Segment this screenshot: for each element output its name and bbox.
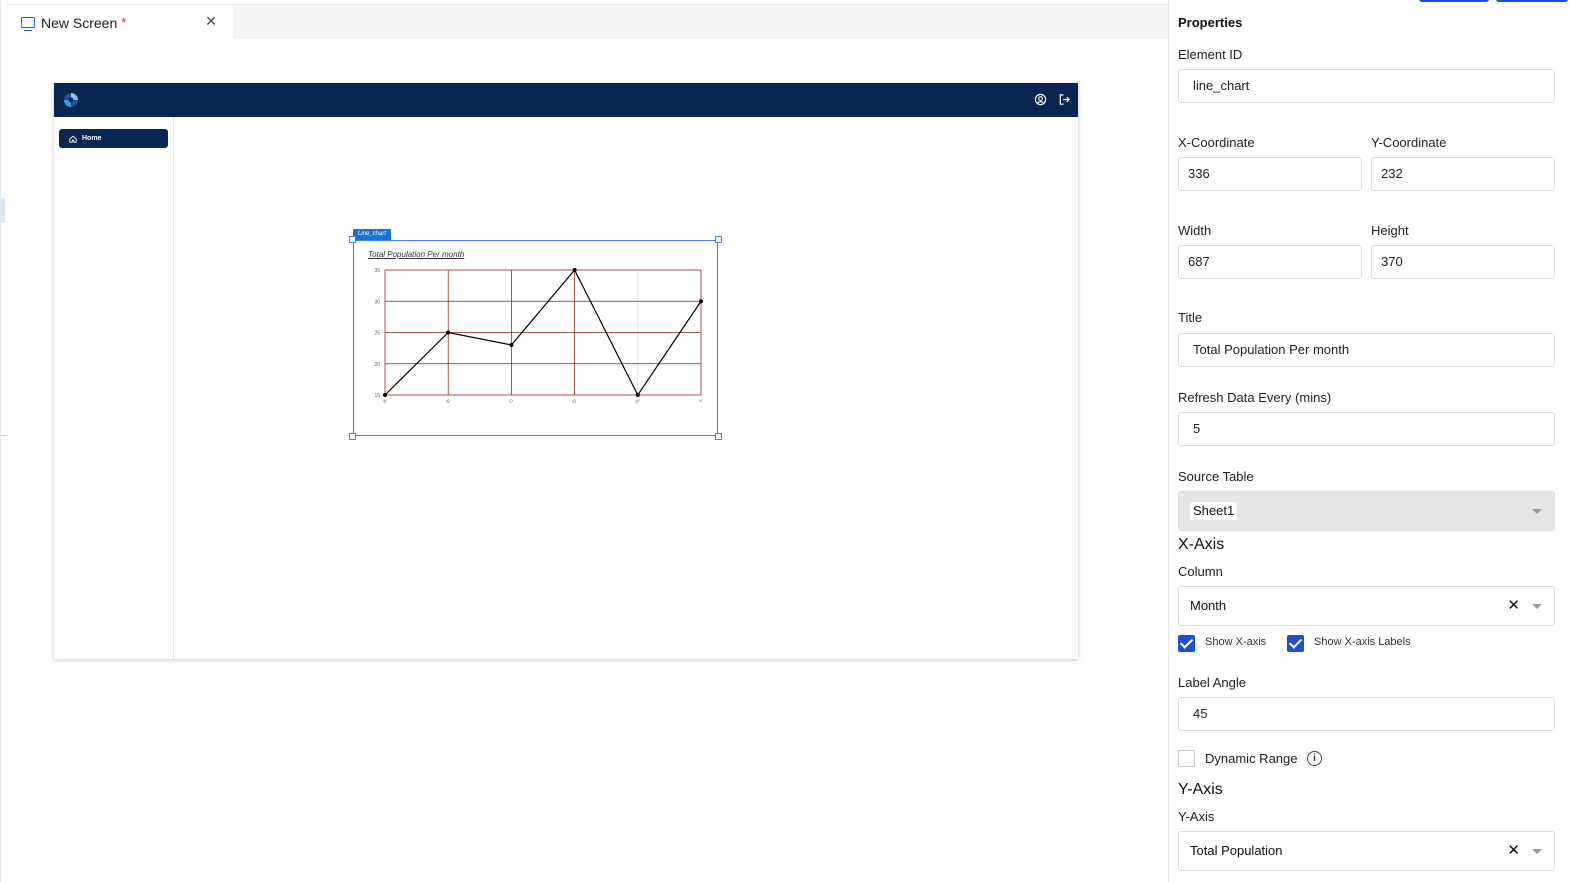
label-angle-field[interactable]: 45 — [1178, 697, 1555, 731]
refresh-label: Refresh Data Every (mins) — [1178, 390, 1332, 405]
info-icon[interactable]: i — [1307, 751, 1322, 766]
unsaved-marker: * — [121, 15, 127, 30]
properties-panel: Properties Element ID line_chart X-Coord… — [1168, 0, 1571, 882]
x-tick-label: E — [634, 398, 641, 405]
data-point — [446, 330, 451, 335]
resize-handle-bottom-right[interactable] — [715, 433, 722, 440]
data-point — [509, 343, 514, 347]
editor-area: New Screen * × Home Line_chart Total Pop… — [0, 0, 1169, 882]
y-tick-label: 35 — [374, 268, 380, 274]
y-axis-value: Total Population — [1190, 843, 1283, 858]
clear-icon[interactable]: ✕ — [1507, 587, 1520, 625]
column-value: Month — [1190, 598, 1227, 613]
refresh-field[interactable]: 5 — [1178, 412, 1555, 446]
resize-handle-bottom-left[interactable] — [349, 433, 356, 440]
line-chart-widget[interactable]: Total Population Per month 15 20 25 30 35 A B C… — [349, 236, 722, 440]
sidebar-item-home[interactable]: Home — [59, 129, 168, 148]
app-header — [54, 83, 1078, 117]
toolbar-button-2[interactable] — [1496, 0, 1568, 2]
properties-heading: Properties — [1178, 15, 1243, 30]
x-tick-label: A — [381, 398, 388, 405]
tab-new-screen[interactable]: New Screen * × — [7, 5, 233, 40]
column-select[interactable]: Month ✕ — [1178, 586, 1555, 626]
element-id-field[interactable]: line_chart — [1178, 69, 1555, 103]
show-x-axis-labels-label: Show X-axis Labels — [1314, 636, 1411, 648]
y-coordinate-label: Y-Coordinate — [1371, 135, 1447, 150]
chevron-down-icon — [1532, 509, 1542, 514]
label-angle-label: Label Angle — [1178, 675, 1246, 690]
widget-tag[interactable]: Line_chart — [353, 229, 392, 240]
title-label: Title — [1178, 310, 1203, 325]
chevron-down-icon — [1532, 604, 1542, 609]
height-field[interactable]: 370 — [1371, 245, 1555, 279]
y-axis-select[interactable]: Total Population ✕ — [1178, 831, 1555, 871]
line-chart: 15 20 25 30 35 A B C D E F — [374, 268, 703, 405]
y-tick-label: 15 — [374, 393, 380, 399]
data-point — [572, 268, 577, 272]
y-axis-heading: Y-Axis — [1178, 781, 1223, 798]
dynamic-range-checkbox[interactable] — [1178, 750, 1195, 767]
height-label: Height — [1371, 223, 1409, 238]
source-table-value: Sheet1 — [1190, 502, 1238, 520]
x-tick-label: F — [697, 399, 703, 405]
sidebar-item-label: Home — [82, 135, 102, 142]
x-tick-label: C — [507, 398, 514, 405]
x-coordinate-label: X-Coordinate — [1178, 135, 1255, 150]
width-label: Width — [1178, 223, 1212, 238]
y-tick-label: 25 — [374, 331, 380, 337]
data-point — [635, 393, 640, 397]
left-edge-marker — [1, 198, 5, 223]
x-tick-label: D — [570, 398, 577, 405]
y-axis-label: Y-Axis — [1178, 809, 1215, 824]
left-edge-tick — [1, 435, 7, 436]
tab-title: New Screen — [41, 14, 118, 31]
show-x-axis-checkbox[interactable] — [1178, 635, 1195, 652]
app-logo — [64, 93, 78, 107]
x-axis-heading: X-Axis — [1178, 536, 1225, 553]
source-table-select[interactable]: Sheet1 — [1178, 491, 1555, 531]
app-root: New Screen * × Home Line_chart Total Pop… — [0, 0, 1571, 882]
resize-handle-top-right[interactable] — [715, 236, 722, 243]
toolbar-button-1[interactable] — [1419, 0, 1489, 2]
data-point — [383, 393, 387, 397]
source-table-label: Source Table — [1178, 469, 1254, 484]
tab-bar: New Screen * × — [7, 4, 1169, 40]
y-coordinate-field[interactable]: 232 — [1371, 157, 1555, 191]
screen-canvas[interactable]: Home Line_chart Total Population Per mon… — [54, 83, 1078, 659]
chevron-down-icon — [1532, 849, 1542, 854]
title-field[interactable]: Total Population Per month — [1178, 333, 1555, 367]
x-tick-label: B — [444, 398, 451, 405]
column-label: Column — [1178, 564, 1223, 579]
dynamic-range-label: Dynamic Range — [1205, 751, 1298, 766]
y-tick-label: 20 — [374, 362, 380, 368]
width-field[interactable]: 687 — [1178, 245, 1362, 279]
y-tick-label: 30 — [374, 299, 380, 305]
data-point — [699, 299, 703, 304]
account-icon[interactable] — [1034, 93, 1047, 106]
monitor-icon — [21, 17, 35, 31]
clear-icon[interactable]: ✕ — [1507, 832, 1520, 870]
element-id-label: Element ID — [1178, 47, 1243, 62]
app-sidebar: Home — [54, 117, 174, 659]
home-icon — [69, 135, 77, 143]
show-x-axis-labels-checkbox[interactable] — [1287, 635, 1304, 652]
close-tab-icon[interactable]: × — [203, 12, 219, 30]
logout-icon[interactable] — [1058, 93, 1071, 106]
resize-handle-top-left[interactable] — [349, 236, 356, 243]
show-x-axis-label: Show X-axis — [1205, 636, 1267, 648]
x-coordinate-field[interactable]: 336 — [1178, 157, 1362, 191]
